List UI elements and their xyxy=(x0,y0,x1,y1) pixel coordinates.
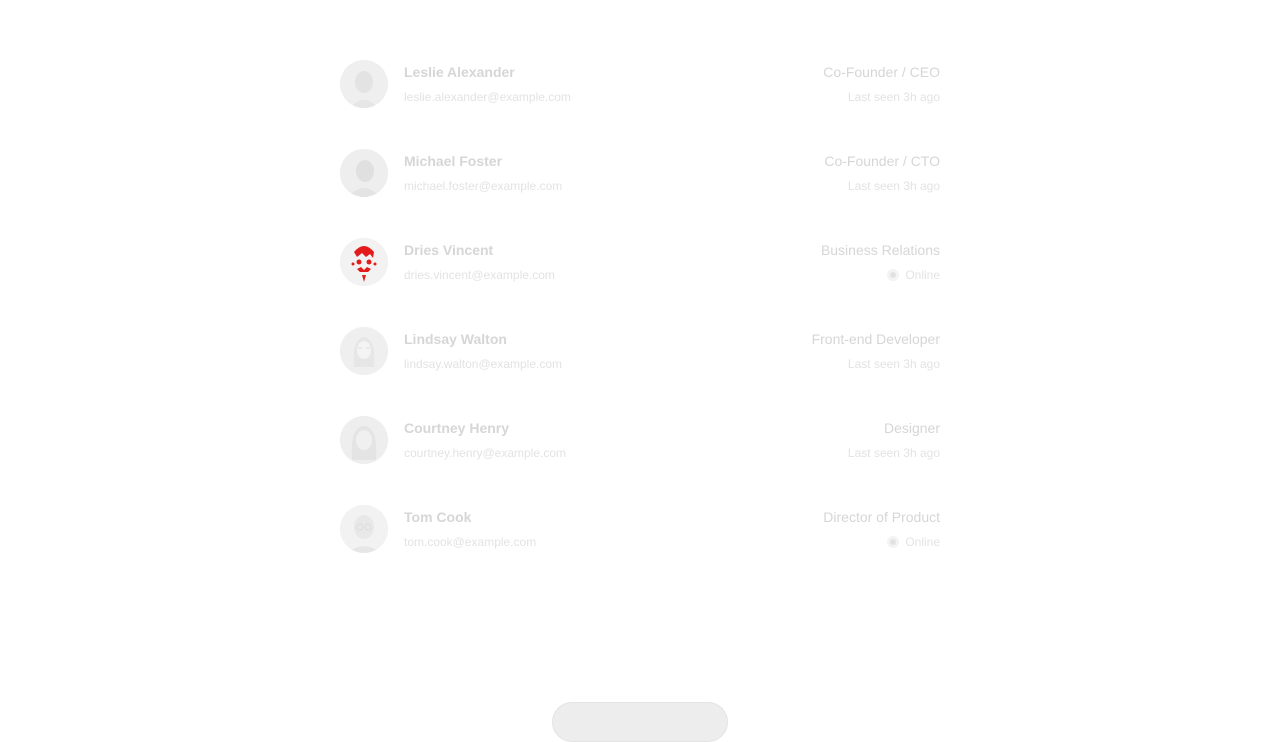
list-item[interactable]: Leslie Alexander leslie.alexander@exampl… xyxy=(340,36,940,125)
avatar xyxy=(340,327,388,375)
avatar xyxy=(340,416,388,464)
person-photo-icon xyxy=(340,416,388,464)
person-name: Leslie Alexander xyxy=(404,64,515,80)
list-item[interactable]: Dries Vincent dries.vincent@example.com … xyxy=(340,214,940,303)
list-item[interactable]: Michael Foster michael.foster@example.co… xyxy=(340,125,940,214)
person-role: Co-Founder / CTO xyxy=(824,153,940,169)
person-name: Tom Cook xyxy=(404,509,472,525)
person-photo-icon xyxy=(340,327,388,375)
person-name: Dries Vincent xyxy=(404,242,494,258)
avatar xyxy=(340,60,388,108)
list-item[interactable]: Tom Cook tom.cook@example.com Director o… xyxy=(340,481,940,570)
people-list: Leslie Alexander leslie.alexander@exampl… xyxy=(340,36,940,570)
status-text: Last seen 3h ago xyxy=(847,357,940,371)
person-email: tom.cook@example.com xyxy=(404,535,537,549)
person-email: michael.foster@example.com xyxy=(404,179,563,193)
online-dot-icon xyxy=(887,536,900,548)
person-name: Michael Foster xyxy=(404,153,503,169)
list-item[interactable]: Courtney Henry courtney.henry@example.co… xyxy=(340,392,940,481)
person-name: Courtney Henry xyxy=(404,420,510,436)
person-email: dries.vincent@example.com xyxy=(404,268,555,282)
status-text: Online xyxy=(821,267,940,283)
person-photo-icon xyxy=(340,238,388,286)
person-photo-icon xyxy=(340,505,388,553)
person-email: courtney.henry@example.com xyxy=(404,446,567,460)
status-text: Last seen 3h ago xyxy=(847,179,940,193)
person-role: Front-end Developer xyxy=(811,331,940,347)
person-name: Lindsay Walton xyxy=(404,331,507,347)
person-photo-icon xyxy=(340,149,388,197)
avatar xyxy=(340,149,388,197)
person-role: Director of Product xyxy=(823,509,940,525)
status-text: Last seen 3h ago xyxy=(847,446,940,460)
person-role: Business Relations xyxy=(820,242,940,258)
bottom-toolbar[interactable] xyxy=(552,702,728,742)
person-photo-icon xyxy=(340,60,388,108)
list-item[interactable]: Lindsay Walton lindsay.walton@example.co… xyxy=(340,303,940,392)
status-text: Last seen 3h ago xyxy=(847,90,940,104)
status-text: Online xyxy=(823,534,940,550)
person-email: leslie.alexander@example.com xyxy=(404,90,571,104)
person-role: Co-Founder / CEO xyxy=(823,64,940,80)
online-dot-icon xyxy=(887,269,900,281)
person-role: Designer xyxy=(883,420,940,436)
avatar xyxy=(340,505,388,553)
person-email: lindsay.walton@example.com xyxy=(404,357,563,371)
avatar xyxy=(340,238,388,286)
